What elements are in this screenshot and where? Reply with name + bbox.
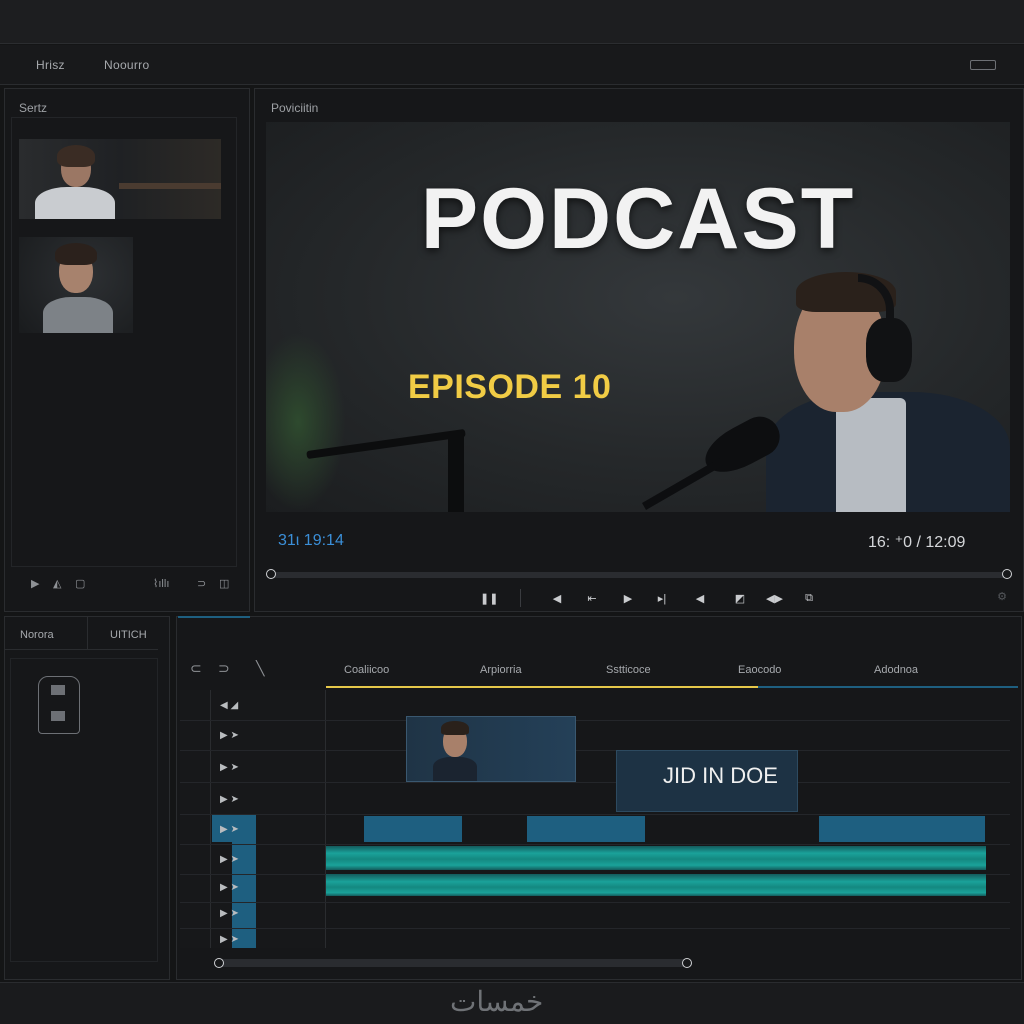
tab-uitich-label: UITICH (110, 629, 147, 641)
timeline-ruler-selection[interactable] (326, 686, 758, 688)
tab-uitich[interactable]: UITICH (88, 616, 158, 650)
video-clip-b-roll[interactable] (527, 816, 645, 842)
pause-button[interactable]: ❚❚ (480, 592, 498, 605)
scrollbar-right-handle[interactable] (682, 958, 692, 968)
mic-stand (448, 432, 464, 512)
media-thumbnail-2[interactable] (19, 237, 133, 333)
media-thumbnail-1[interactable] (19, 139, 221, 219)
program-monitor[interactable]: PODCAST EPISODE 10 (266, 122, 1010, 512)
status-bar: خمسات (0, 982, 1024, 1024)
overlay-title: PODCAST (420, 171, 856, 267)
overlay-subtitle: EPISODE 10 (408, 368, 612, 406)
track-controls[interactable]: ◀ ◢ (220, 700, 238, 711)
timeline-active-indicator (178, 616, 250, 618)
window-minimize-icon[interactable] (970, 60, 996, 70)
track-controls[interactable]: ▶ ➤ (220, 934, 239, 945)
menu-item-1[interactable]: Hrisz (36, 58, 65, 72)
audio-clip-music[interactable] (326, 874, 986, 896)
skip-button[interactable]: ◀▶ (766, 592, 783, 605)
scrubber-start-handle[interactable] (266, 569, 276, 579)
next-frame-button[interactable]: ▸| (654, 592, 670, 605)
track-controls[interactable]: ▶ ➤ (220, 730, 239, 741)
caption-button[interactable]: ⧉ (801, 592, 817, 605)
track-controls[interactable]: ▶ ➤ (220, 908, 239, 919)
video-clip-b-roll[interactable] (364, 816, 462, 842)
play-button[interactable]: ▶ (620, 592, 636, 605)
timeline-header-4: Eaocodo (738, 664, 782, 676)
snap-icon[interactable]: ◫ (219, 577, 229, 590)
title-bar (0, 0, 1024, 44)
scrollbar-left-handle[interactable] (214, 958, 224, 968)
track-controls[interactable]: ▶ ➤ (220, 824, 239, 835)
transport-divider (520, 589, 521, 607)
media-play-icon[interactable]: ▶ (31, 577, 39, 590)
track-row: ▶ ➤ (180, 924, 1010, 954)
lock-icon[interactable] (38, 676, 80, 734)
menu-item-2[interactable]: Noourro (104, 58, 149, 72)
settings-icon[interactable]: ⚙ (994, 590, 1010, 603)
loop-icon[interactable]: ⊃ (197, 577, 206, 590)
timeline-header-5: Adodnoa (874, 664, 919, 676)
magnet-icon[interactable]: ⊂ (190, 660, 202, 677)
link-icon[interactable]: ⊃ (218, 660, 230, 677)
menu-bar: Hrisz Noourro (0, 45, 1024, 85)
preview-scrubber[interactable] (266, 569, 1012, 579)
duration-timecode: 16: ⁺0 / 12:09 (868, 534, 966, 551)
mark-in-button[interactable]: ⇤ (584, 592, 600, 605)
plant-decoration (266, 332, 346, 512)
track-row: ◀ ◢ (180, 690, 1010, 721)
track-row: ▶ ➤ (180, 784, 1010, 815)
track-controls[interactable]: ▶ ➤ (220, 762, 239, 773)
video-clip-b-roll[interactable] (819, 816, 985, 842)
media-panel-title: Sertz (19, 101, 48, 115)
microphone-arm (642, 458, 724, 510)
prev-button[interactable]: ◀ (549, 592, 565, 605)
audio-clip-voice[interactable] (326, 846, 986, 870)
effects-list (10, 658, 158, 962)
tab-norora-label: Norora (20, 629, 54, 641)
current-timecode: 31ι 19:14 (278, 532, 344, 549)
scrubber-end-handle[interactable] (1002, 569, 1012, 579)
track-row: ▶ ➤ (180, 720, 1010, 751)
timeline-scrollbar[interactable] (214, 958, 692, 968)
media-stop-icon[interactable]: ▢ (75, 577, 85, 590)
watermark-logo: خمسات (450, 986, 544, 1017)
media-panel: Sertz ▶ ◭ ▢ ⌇ıllı ⊃ ◫ (4, 88, 250, 612)
tab-norora[interactable]: Norora (4, 616, 88, 650)
waveform-icon[interactable]: ⌇ıllı (153, 577, 169, 590)
title-clip[interactable]: JID IN DOE (616, 750, 798, 812)
video-clip-host[interactable] (406, 716, 576, 782)
track-controls[interactable]: ▶ ➤ (220, 794, 239, 805)
preview-panel-title: Poviciitin (271, 101, 319, 115)
fullscreen-button[interactable]: ◩ (732, 592, 748, 605)
media-step-icon[interactable]: ◭ (53, 577, 61, 590)
razor-icon[interactable]: ╲ (256, 660, 264, 677)
timeline-ruler[interactable] (758, 686, 1018, 688)
timeline-header-1: Coaliicoo (344, 664, 390, 676)
title-clip-text: JID IN DOE (663, 763, 778, 788)
track-controls[interactable]: ▶ ➤ (220, 854, 239, 865)
timeline-header-3: Sstticoce (606, 664, 651, 676)
timeline-header-2: Arpiorria (480, 664, 522, 676)
host-shirt (836, 398, 906, 512)
prev-frame-button[interactable]: ◀ (692, 592, 708, 605)
track-row: ▶ ➤ (180, 752, 1010, 783)
track-controls[interactable]: ▶ ➤ (220, 882, 239, 893)
